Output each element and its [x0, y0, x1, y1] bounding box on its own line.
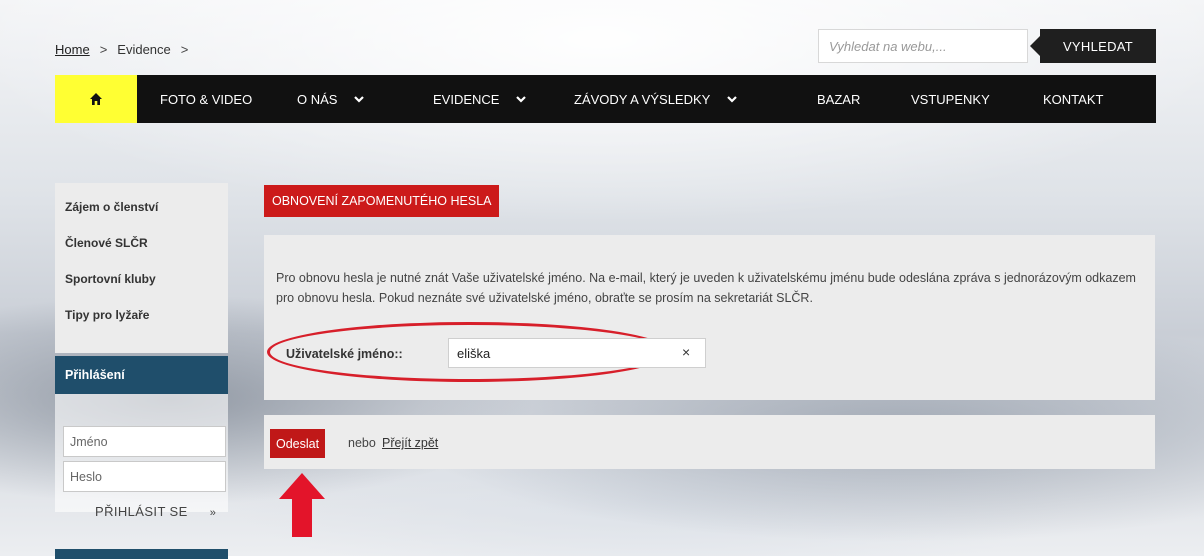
login-heading: Přihlášení — [55, 356, 228, 394]
breadcrumb-home-link[interactable]: Home — [55, 42, 90, 57]
nav-item-foto-video[interactable]: FOTO & VIDEO — [160, 75, 252, 123]
or-text: nebo — [348, 436, 376, 450]
nav-item-label: ZÁVODY A VÝSLEDKY — [574, 91, 711, 107]
sidebar-next-section — [55, 549, 228, 559]
clear-icon[interactable]: × — [682, 344, 690, 360]
sidebar-item-sportovni-kluby[interactable]: Sportovní kluby — [55, 261, 228, 297]
login-password-field[interactable] — [63, 461, 226, 492]
home-icon — [90, 93, 102, 105]
sidebar-menu: Zájem o členství Členové SLČR Sportovní … — [55, 183, 228, 353]
nav-item-zavody-vysledky[interactable]: ZÁVODY A VÝSLEDKY — [574, 75, 738, 123]
send-button[interactable]: Odeslat — [270, 429, 326, 458]
nav-item-o-nas[interactable]: O NÁS — [297, 75, 365, 123]
nav-home-button[interactable] — [55, 75, 137, 123]
username-label: Uživatelské jméno:: — [286, 347, 403, 361]
chevron-down-icon — [354, 96, 365, 103]
page-title: OBNOVENÍ ZAPOMENUTÉHO HESLA — [264, 185, 500, 217]
chevron-down-icon — [516, 96, 527, 103]
nav-item-evidence[interactable]: EVIDENCE — [433, 75, 527, 123]
reset-form-panel: Pro obnovu hesla je nutné znát Vaše uživ… — [264, 235, 1155, 400]
nav-item-vstupenky[interactable]: VSTUPENKY — [911, 75, 990, 123]
sidebar-item-tipy-pro-lyzare[interactable]: Tipy pro lyžaře — [55, 297, 228, 333]
nav-item-kontakt[interactable]: KONTAKT — [1043, 75, 1103, 123]
login-submit-button[interactable]: PŘIHLÁSIT SE » — [95, 504, 216, 519]
sidebar: Zájem o členství Členové SLČR Sportovní … — [55, 183, 228, 559]
breadcrumb-separator: > — [180, 42, 189, 57]
nav-item-label: KONTAKT — [1043, 91, 1104, 107]
search-input[interactable] — [818, 29, 1028, 63]
nav-item-label: VSTUPENKY — [911, 91, 990, 107]
red-arrow-up-icon — [279, 473, 325, 537]
action-panel: Odeslat nebo Přejít zpět — [264, 415, 1155, 469]
main-nav: FOTO & VIDEO O NÁS EVIDENCE ZÁVODY A VÝS… — [55, 75, 1156, 123]
breadcrumb: Home > Evidence > — [55, 42, 198, 57]
chevron-down-icon — [727, 96, 738, 103]
reset-description: Pro obnovu hesla je nutné znát Vaše uživ… — [276, 271, 1136, 305]
login-name-field[interactable] — [63, 426, 226, 457]
sidebar-item-clenove-slcr[interactable]: Členové SLČR — [55, 225, 228, 261]
nav-item-label: O NÁS — [297, 91, 338, 107]
double-chevron-right-icon: » — [209, 507, 217, 519]
login-form: PŘIHLÁSIT SE » — [55, 394, 228, 519]
username-field[interactable] — [448, 338, 706, 368]
breadcrumb-current: Evidence — [117, 42, 171, 57]
nav-item-label: FOTO & VIDEO — [160, 91, 253, 107]
login-submit-label: PŘIHLÁSIT SE — [95, 504, 188, 519]
search-button[interactable]: VYHLEDAT — [1030, 29, 1156, 63]
sidebar-item-zajem-o-clenstvi[interactable]: Zájem o členství — [55, 189, 228, 225]
back-link[interactable]: Přejít zpět — [382, 436, 438, 450]
nav-item-label: EVIDENCE — [433, 91, 500, 107]
breadcrumb-separator: > — [99, 42, 108, 57]
nav-item-label: BAZAR — [817, 91, 861, 107]
nav-item-bazar[interactable]: BAZAR — [817, 75, 860, 123]
